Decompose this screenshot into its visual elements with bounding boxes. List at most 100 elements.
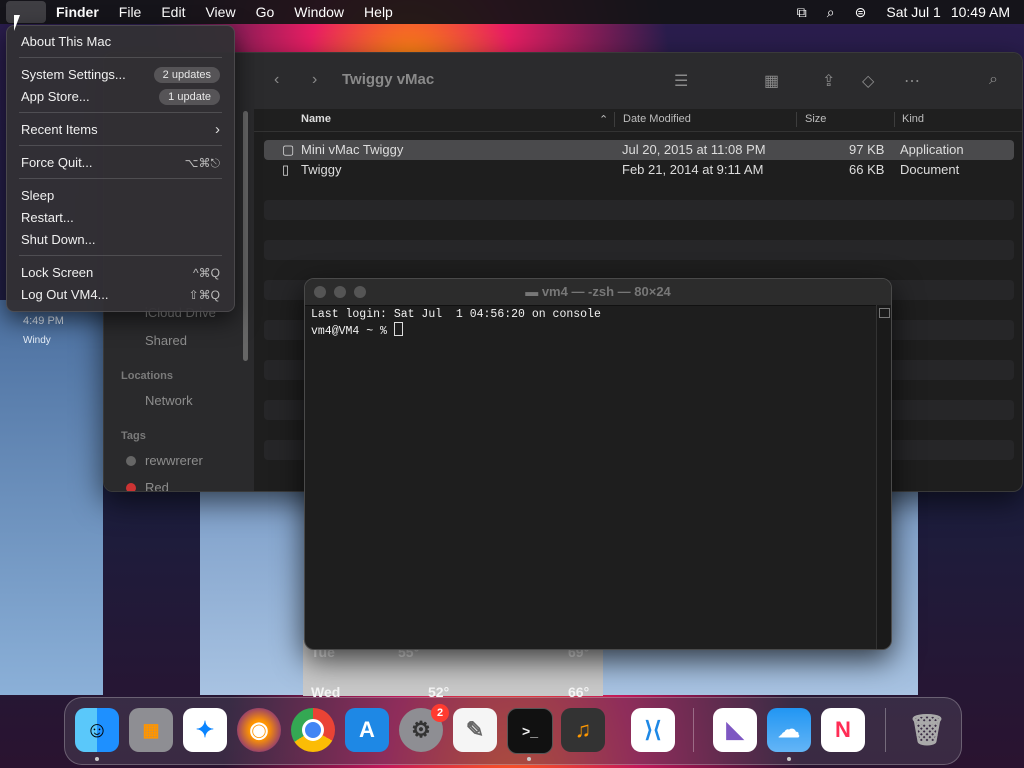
terminal-title-text: vm4 — -zsh — 80×24 xyxy=(541,284,671,299)
menu-item-app-store[interactable]: App Store... 1 update xyxy=(15,87,226,107)
terminal-window[interactable]: ▬ vm4 — -zsh — 80×24 Last login: Sat Jul… xyxy=(304,278,892,650)
sidebar-item-shared[interactable]: Shared xyxy=(145,333,187,348)
weather-icon[interactable]: ☁ xyxy=(767,708,811,752)
text-cursor xyxy=(393,322,403,336)
sidebar-item-tag-rewwrerer[interactable]: rewwrerer xyxy=(145,453,203,468)
terminal-titlebar[interactable]: ▬ vm4 — -zsh — 80×24 xyxy=(305,279,891,306)
apple-menu-dropdown: About This Mac System Settings... 2 updat… xyxy=(6,25,235,312)
control-center-icon[interactable]: ⊜ xyxy=(845,0,877,24)
firefox-icon[interactable]: ◉ xyxy=(237,708,281,752)
table-row[interactable]: ▯ Twiggy Feb 21, 2014 at 9:11 AM 66 KB D… xyxy=(264,160,1014,180)
finder-title: Twiggy vMac xyxy=(342,71,435,88)
row-size: 66 KB xyxy=(849,162,885,177)
updates-badge: 2 updates xyxy=(153,67,220,83)
menu-help[interactable]: Help xyxy=(354,0,403,24)
menu-app-finder[interactable]: Finder xyxy=(46,0,109,24)
weather-widget[interactable]: 4:49 PM Windy xyxy=(0,300,103,695)
menu-edit[interactable]: Edit xyxy=(151,0,195,24)
sidebar-item-tag-red[interactable]: Red xyxy=(145,480,169,491)
column-size[interactable]: Size xyxy=(805,113,826,125)
row-name: Twiggy xyxy=(301,162,342,177)
apple-menu-icon[interactable] xyxy=(6,1,46,23)
column-divider xyxy=(894,112,895,127)
spotlight-search-icon[interactable]: ⌕ xyxy=(817,0,845,24)
app-file-icon: ▢ xyxy=(282,142,295,157)
terminal-title: ▬ vm4 — -zsh — 80×24 xyxy=(305,284,891,299)
menu-item-force-quit[interactable]: Force Quit... ⌥⌘⎋ xyxy=(15,153,226,173)
group-icon[interactable]: ▦ xyxy=(764,71,779,91)
column-name[interactable]: Name xyxy=(301,113,331,125)
search-icon[interactable]: ⌕ xyxy=(989,71,998,89)
share-icon[interactable]: ⇪ xyxy=(822,71,835,91)
row-kind: Document xyxy=(900,162,960,177)
visual-studio-icon[interactable]: ◣ xyxy=(713,708,757,752)
shortcut-text: ⌥⌘⎋ xyxy=(184,156,220,170)
chevron-right-icon: › xyxy=(215,121,220,138)
menu-divider xyxy=(19,57,222,58)
app-store-icon[interactable]: A xyxy=(345,708,389,752)
scroll-marker-icon xyxy=(879,308,890,318)
menu-item-shut-down[interactable]: Shut Down... xyxy=(15,230,226,250)
safari-icon[interactable]: ✦ xyxy=(183,708,227,752)
trash-icon[interactable]: 🗑 xyxy=(905,708,949,752)
menu-item-log-out[interactable]: Log Out VM4... ⇧⌘Q xyxy=(15,285,226,305)
tag-red-dot-icon xyxy=(126,483,136,491)
finder-icon[interactable]: ☺ xyxy=(75,708,119,752)
empty-row xyxy=(264,200,1014,220)
dock-separator xyxy=(885,708,886,752)
menu-file[interactable]: File xyxy=(109,0,152,24)
news-icon[interactable]: N xyxy=(821,708,865,752)
menu-go[interactable]: Go xyxy=(246,0,285,24)
back-icon[interactable]: ‹ xyxy=(274,71,279,89)
dock-separator xyxy=(693,708,694,752)
more-actions-icon[interactable]: ⋯ xyxy=(904,71,920,91)
terminal-content[interactable]: Last login: Sat Jul 1 04:56:20 on consol… xyxy=(311,308,871,339)
screen-mirroring-icon[interactable]: ⧉ xyxy=(787,0,817,24)
sidebar-header-tags: Tags xyxy=(121,430,146,442)
chrome-icon[interactable] xyxy=(291,708,335,752)
menu-item-about-this-mac[interactable]: About This Mac xyxy=(15,32,226,52)
menu-item-lock-screen[interactable]: Lock Screen ^⌘Q xyxy=(15,263,226,283)
forward-icon[interactable]: › xyxy=(312,71,317,89)
tag-dot-icon xyxy=(126,456,136,466)
terminal-icon[interactable]: >_ xyxy=(507,708,553,754)
launchpad-icon[interactable]: ▦ xyxy=(129,708,173,752)
terminal-scrollbar[interactable] xyxy=(876,305,891,649)
menu-bar: Finder File Edit View Go Window Help ⧉ ⌕… xyxy=(0,0,1024,24)
menu-view[interactable]: View xyxy=(195,0,245,24)
menu-item-label: About This Mac xyxy=(21,34,112,49)
table-row[interactable]: ▢ Mini vMac Twiggy Jul 20, 2015 at 11:08… xyxy=(264,140,1014,160)
menu-item-label: App Store... xyxy=(21,89,90,104)
row-name: Mini vMac Twiggy xyxy=(301,142,404,157)
row-date: Jul 20, 2015 at 11:08 PM xyxy=(622,142,766,157)
column-divider xyxy=(796,112,797,127)
column-kind[interactable]: Kind xyxy=(902,113,924,125)
tag-icon[interactable]: ◇ xyxy=(862,71,874,91)
menu-item-restart[interactable]: Restart... xyxy=(15,208,226,228)
weather-time: 4:49 PM xyxy=(23,315,64,327)
menu-item-label: Shut Down... xyxy=(21,232,96,247)
system-settings-icon[interactable]: ⚙ 2 xyxy=(399,704,449,752)
weather-condition: Windy xyxy=(23,335,51,346)
sidebar-scrollbar[interactable] xyxy=(243,111,248,361)
chrome-center xyxy=(302,719,324,741)
running-indicator xyxy=(787,757,791,761)
menu-item-recent-items[interactable]: Recent Items › xyxy=(15,120,226,140)
document-icon: ▯ xyxy=(282,162,290,177)
vscode-icon[interactable]: ⟩⟨ xyxy=(631,708,675,752)
menu-item-label: Restart... xyxy=(21,210,74,225)
menu-window[interactable]: Window xyxy=(284,0,354,24)
sidebar-item-network[interactable]: Network xyxy=(145,393,193,408)
row-kind: Application xyxy=(900,142,964,157)
list-view-icon[interactable]: ☰ xyxy=(674,71,688,91)
menu-divider xyxy=(19,178,222,179)
textedit-icon[interactable]: ✎ xyxy=(453,708,497,752)
menu-item-sleep[interactable]: Sleep xyxy=(15,186,226,206)
menu-item-label: Recent Items xyxy=(21,122,98,137)
instruments-icon[interactable]: ♫ xyxy=(561,708,605,752)
menubar-time[interactable]: 10:49 AM xyxy=(951,0,1024,24)
column-date-modified[interactable]: Date Modified xyxy=(623,113,691,125)
menu-item-label: Log Out VM4... xyxy=(21,287,109,302)
menubar-date[interactable]: Sat Jul 1 xyxy=(876,0,950,24)
menu-item-system-settings[interactable]: System Settings... 2 updates xyxy=(15,65,226,85)
